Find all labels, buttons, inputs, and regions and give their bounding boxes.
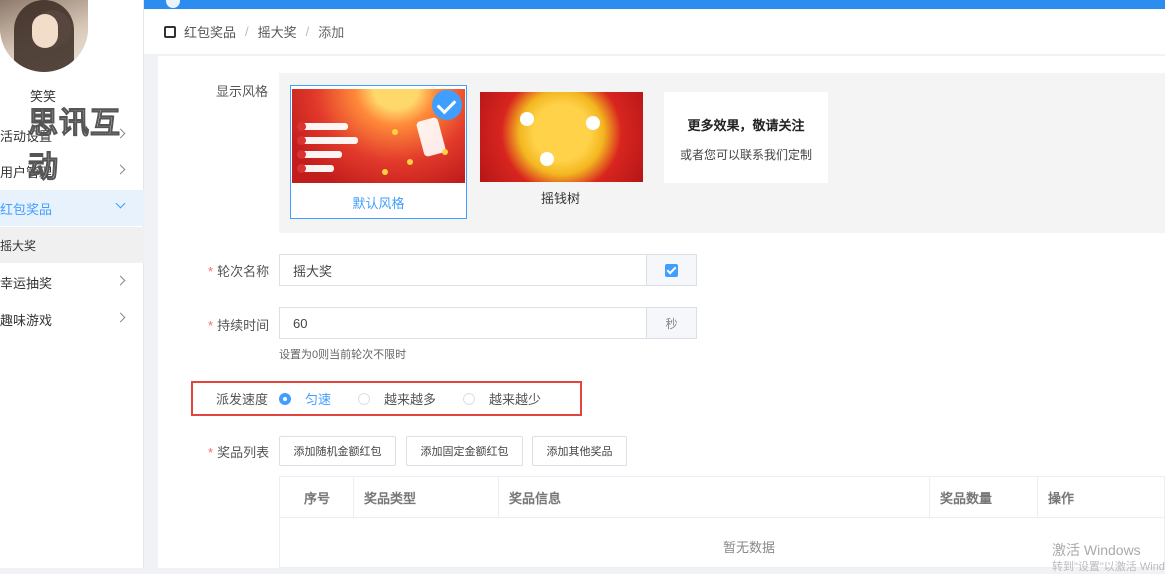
add-other-prize-button[interactable]: 添加其他奖品 <box>532 436 627 466</box>
duration-input[interactable]: 60 <box>280 316 646 331</box>
round-name-addon <box>646 255 696 285</box>
style-name: 默认风格 <box>352 196 405 211</box>
column-header-quantity[interactable]: 奖品数量 <box>930 477 1038 518</box>
sidebar-item-fun-games[interactable]: 趣味游戏 <box>0 301 144 337</box>
style-label: 显示风格 <box>216 84 269 99</box>
prize-table: 序号 奖品类型 奖品信息 奖品数量 操作 暂无数据 <box>279 476 1165 568</box>
more-styles-subtitle: 或者您可以联系我们定制 <box>679 148 812 162</box>
column-header-index[interactable]: 序号 <box>280 477 354 518</box>
watermark-text: 思讯互动 <box>28 106 121 186</box>
radio-icon <box>358 392 370 405</box>
style-name: 摇钱树 <box>540 191 580 206</box>
speed-label: 派发速度 <box>216 392 269 407</box>
sidebar-item-label: 红包奖品 <box>0 201 53 217</box>
speed-option-increasing[interactable]: 越来越多 <box>358 389 436 408</box>
radio-icon <box>463 392 475 405</box>
breadcrumb-item[interactable]: 红包奖品 <box>184 22 236 41</box>
round-name-checkbox[interactable] <box>665 263 678 277</box>
column-header-actions[interactable]: 操作 <box>1038 477 1165 518</box>
speed-option-decreasing[interactable]: 越来越少 <box>463 389 541 408</box>
duration-field: 60 秒 <box>279 307 697 339</box>
radio-icon <box>279 392 291 405</box>
style-picker: 默认风格 摇钱树 更多效果，敬请关注 或者您可以联系我们定制 <box>279 73 1165 233</box>
speed-option-uniform[interactable]: 匀速 <box>279 389 331 408</box>
logo-icon <box>166 0 180 8</box>
table-header: 序号 奖品类型 奖品信息 奖品数量 操作 <box>280 477 1164 518</box>
breadcrumb-item[interactable]: 摇大奖 <box>258 22 297 41</box>
chevron-down-icon <box>115 198 126 209</box>
column-header-type[interactable]: 奖品类型 <box>354 477 499 518</box>
style-preview-money-tree <box>480 92 643 182</box>
add-fixed-red-packet-button[interactable]: 添加固定金额红包 <box>406 436 523 466</box>
sidebar-item-lucky-draw[interactable]: 幸运抽奖 <box>0 264 144 300</box>
round-name-field: 摇大奖 <box>279 254 697 286</box>
column-header-info[interactable]: 奖品信息 <box>499 477 930 518</box>
table-empty-text: 暂无数据 <box>722 540 775 555</box>
breadcrumb-separator: / <box>245 24 249 39</box>
add-random-red-packet-button[interactable]: 添加随机金额红包 <box>279 436 396 466</box>
selected-check-icon <box>432 90 462 120</box>
style-card-money-tree[interactable]: 摇钱树 <box>479 85 656 219</box>
sidebar-item-label: 趣味游戏 <box>0 312 53 328</box>
prizes-label: * 奖品列表 <box>208 445 270 460</box>
chevron-right-icon <box>115 275 126 286</box>
duration-unit: 秒 <box>646 308 696 338</box>
duration-label: * 持续时间 <box>208 318 270 333</box>
sidebar: 笑笑 活动设置 用户管理 红包奖品 摇大奖 幸运抽奖 趣味游戏 思讯互动 <box>0 0 144 568</box>
more-styles-card: 更多效果，敬请关注 或者您可以联系我们定制 <box>664 92 828 183</box>
form-panel: 显示风格 默认风格 摇钱树 更多效果，敬请关注 或者您可以联系我们定制 * 轮次… <box>158 56 1165 568</box>
sidebar-item-label: 摇大奖 <box>0 238 37 253</box>
round-name-label: * 轮次名称 <box>208 264 270 279</box>
duration-hint: 设置为0则当前轮次不限时 <box>279 349 407 361</box>
sidebar-item-red-packet-prizes[interactable]: 红包奖品 <box>0 190 144 226</box>
windows-activation-hint: 转到"设置"以激活 Windows <box>1052 561 1165 573</box>
sidebar-item-label: 幸运抽奖 <box>0 275 53 291</box>
round-name-input[interactable]: 摇大奖 <box>280 261 646 280</box>
style-card-default[interactable]: 默认风格 <box>290 85 467 219</box>
breadcrumb-current: 添加 <box>318 25 345 40</box>
gift-icon <box>164 25 176 38</box>
avatar[interactable] <box>0 0 88 72</box>
breadcrumb: 红包奖品 / 摇大奖 / 添加 <box>144 9 1165 54</box>
chevron-right-icon <box>115 312 126 323</box>
more-styles-title: 更多效果，敬请关注 <box>687 118 805 133</box>
windows-activation-watermark: 激活 Windows <box>1052 542 1141 558</box>
sidebar-subitem-shake-prize[interactable]: 摇大奖 <box>0 227 144 263</box>
top-bar <box>144 0 1165 9</box>
breadcrumb-separator: / <box>305 24 310 39</box>
